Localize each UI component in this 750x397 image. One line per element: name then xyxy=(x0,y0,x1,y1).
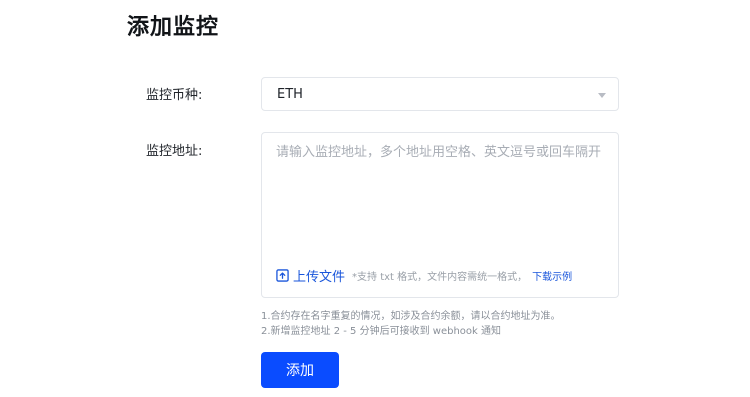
download-example-link[interactable]: 下载示例 xyxy=(532,268,572,283)
upload-file-button[interactable]: 上传文件 xyxy=(276,266,345,285)
address-textarea[interactable] xyxy=(276,143,604,255)
add-button[interactable]: 添加 xyxy=(261,352,339,388)
address-textarea-container: 上传文件 *支持 txt 格式，文件内容需统一格式， 下载示例 xyxy=(261,132,619,298)
note-line: 1.合约存在名字重复的情况，如涉及合约余额，请以合约地址为准。 xyxy=(261,311,561,322)
notes: 1.合约存在名字重复的情况，如涉及合约余额，请以合约地址为准。 2.新增监控地址… xyxy=(261,309,561,339)
upload-file-icon xyxy=(276,268,289,282)
currency-select[interactable]: ETH xyxy=(261,77,619,111)
upload-hint: *支持 txt 格式，文件内容需统一格式， xyxy=(352,271,528,283)
caret-down-icon xyxy=(598,93,606,98)
upload-row: 上传文件 *支持 txt 格式，文件内容需统一格式， 下载示例 xyxy=(276,266,572,285)
page-title: 添加监控 xyxy=(127,15,220,40)
currency-select-value: ETH xyxy=(277,87,303,102)
note-line: 2.新增监控地址 2 - 5 分钟后可接收到 webhook 通知 xyxy=(261,326,501,337)
address-label: 监控地址: xyxy=(146,144,203,159)
upload-file-label: 上传文件 xyxy=(293,269,346,285)
currency-label: 监控币种: xyxy=(146,88,203,103)
